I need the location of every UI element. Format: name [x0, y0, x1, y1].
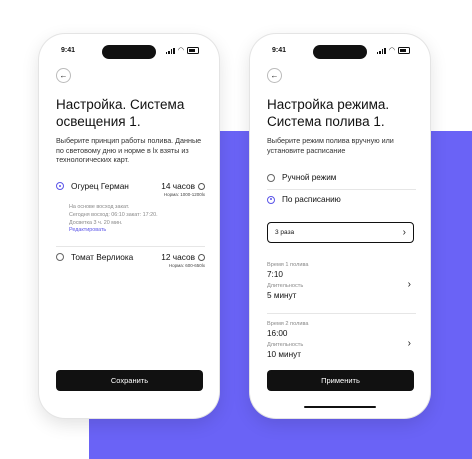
light-norm: Норма: 1000-1200lx [163, 192, 205, 197]
select-value: 3 раза [275, 229, 295, 236]
radio-selected-icon[interactable] [267, 195, 275, 204]
dynamic-island [313, 45, 367, 59]
radio-unselected-icon[interactable] [56, 253, 64, 261]
home-indicator [304, 405, 376, 408]
mode-option-schedule[interactable]: По расписанию [267, 195, 416, 204]
slot-duration-label: Длительность [267, 283, 304, 289]
signal-icon [165, 47, 175, 54]
edit-link[interactable]: Редактировать [69, 227, 205, 235]
details-line: Досветка 3 ч. 20 мин. [69, 219, 123, 226]
status-icons: ◠ [376, 46, 410, 54]
details-line: Сегодня восход: 06:10 закат: 17:20. [69, 211, 158, 218]
save-button[interactable]: Сохранить [56, 370, 203, 391]
mode-option-manual[interactable]: Ручной режим [267, 173, 416, 182]
status-time: 9:41 [272, 47, 287, 54]
plant-name: Томат Верлиока [71, 252, 134, 262]
phone-watering-settings: 9:41 ◠ ← Настройка режима. Система полив… [250, 34, 430, 418]
chevron-right-icon: › [402, 226, 406, 238]
mode-label: Ручной режим [282, 173, 337, 182]
mode-label: По расписанию [282, 195, 341, 204]
slot-time-label: Время 1 полива [267, 262, 309, 268]
battery-icon [398, 47, 410, 54]
divider [267, 189, 416, 190]
plant-name: Огурец Герман [71, 181, 129, 191]
divider [56, 246, 205, 247]
dynamic-island [102, 45, 156, 59]
lighting-screen: 9:41 ◠ ← Настройка. Система освещения 1.… [53, 34, 205, 418]
radio-selected-icon[interactable] [56, 182, 64, 190]
slot-duration: 5 минут [267, 291, 297, 300]
page-subtitle: Выберите режим полива вручную или устано… [267, 136, 394, 155]
radio-unselected-icon[interactable] [267, 173, 275, 182]
page-subtitle: Выберите принцип работы полива. Данные п… [56, 136, 202, 164]
slot-duration-label: Длительность [267, 342, 304, 348]
slot-duration: 10 минут [267, 350, 301, 359]
watering-count-select[interactable]: 3 раза › [267, 222, 414, 243]
plant-option-tomato[interactable]: Томат Верлиока 12 часов Норма: 600-650lx [56, 252, 205, 268]
battery-icon [187, 47, 199, 54]
slot-time: 16:00 [267, 329, 288, 338]
plant-details: На основе восход закат. Сегодня восход: … [69, 204, 205, 235]
back-arrow-icon[interactable]: ← [267, 68, 282, 83]
plant-option-cucumber[interactable]: Огурец Герман 14 часов Норма: 1000-1200l… [56, 181, 205, 235]
details-line: На основе восход закат. [69, 204, 130, 210]
watering-slot-1[interactable]: Время 1 полива 7:10 Длительность 5 минут… [267, 262, 414, 304]
signal-icon [376, 47, 386, 54]
light-norm: Норма: 600-650lx [168, 263, 205, 268]
page-title: Настройка режима. Система полива 1. [267, 97, 390, 129]
status-time: 9:41 [61, 47, 76, 54]
divider [267, 313, 416, 314]
slot-time: 7:10 [267, 270, 283, 279]
watering-screen: 9:41 ◠ ← Настройка режима. Система полив… [264, 34, 416, 418]
chevron-right-icon: › [407, 338, 411, 349]
back-arrow-icon[interactable]: ← [56, 68, 71, 83]
info-icon[interactable] [198, 182, 205, 190]
phone-lighting-settings: 9:41 ◠ ← Настройка. Система освещения 1.… [39, 34, 219, 418]
wifi-icon: ◠ [177, 46, 184, 54]
wifi-icon: ◠ [388, 46, 395, 54]
slot-time-label: Время 2 полива [267, 321, 309, 327]
status-icons: ◠ [165, 46, 199, 54]
watering-slot-2[interactable]: Время 2 полива 16:00 Длительность 10 мин… [267, 321, 414, 363]
page-title: Настройка. Система освещения 1. [56, 97, 185, 129]
info-icon[interactable] [198, 253, 205, 261]
chevron-right-icon: › [407, 279, 411, 290]
apply-button[interactable]: Применить [267, 370, 414, 391]
light-hours: 12 часов [161, 252, 195, 262]
light-hours: 14 часов [161, 181, 195, 191]
